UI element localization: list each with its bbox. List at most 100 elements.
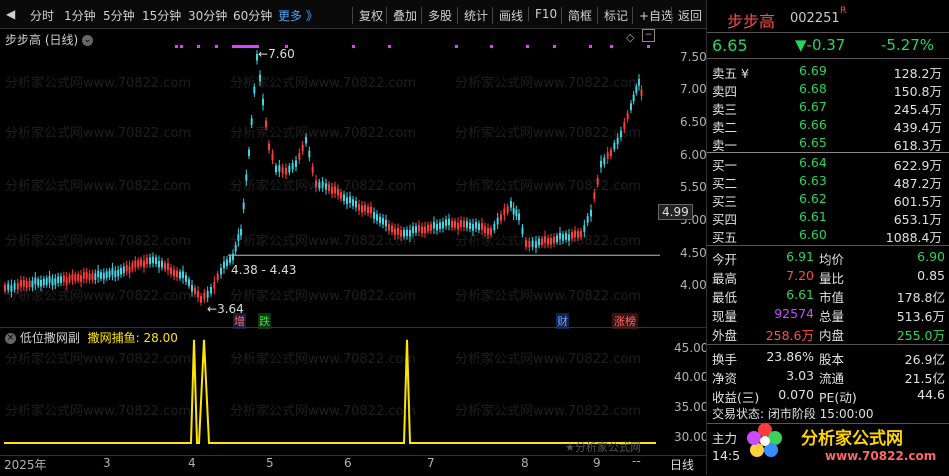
candle-body: [367, 206, 369, 214]
time-tick: 2025年: [4, 458, 47, 472]
candle-body: [42, 278, 45, 286]
candle-body: [7, 283, 10, 291]
stock-name: 步步高: [727, 12, 776, 31]
candle-body: [400, 230, 402, 237]
candle-body: [640, 89, 643, 97]
candle-body: [506, 206, 509, 213]
ask-price: 6.69: [799, 63, 827, 78]
candle-body: [54, 278, 57, 285]
candle-body: [328, 184, 330, 192]
period-tab-1min[interactable]: 1分钟: [64, 7, 96, 24]
sub-watermark: ★分析家公式网: [565, 441, 641, 454]
stat-label: 量比: [819, 271, 845, 286]
draw-line-button[interactable]: 画线: [492, 7, 523, 24]
time-tick: 6: [344, 456, 352, 470]
period-tab-30min[interactable]: 30分钟: [188, 7, 227, 24]
candle-body: [265, 120, 267, 127]
candle-body: [574, 230, 576, 238]
ask-label: 卖四: [712, 84, 738, 99]
candle-body: [406, 229, 408, 237]
candle-body: [418, 224, 420, 232]
signal-marker: [247, 45, 250, 48]
candle-body: [232, 253, 234, 261]
stat-row: 现量 92574 总量 513.6万: [707, 306, 949, 324]
candle-body: [48, 276, 51, 283]
candle-body: [311, 166, 314, 173]
bid-row[interactable]: 买三 6.62 601.5万: [707, 191, 949, 209]
period-tab-60min[interactable]: 60分钟: [233, 7, 272, 24]
f10-button[interactable]: F10: [528, 7, 557, 21]
scroll-indicator[interactable]: --: [632, 454, 641, 468]
stat-label: 今开: [712, 252, 738, 267]
multi-stock-button[interactable]: 多股: [421, 7, 452, 24]
candle-body: [512, 207, 515, 215]
bid-row[interactable]: 买五 6.60 1088.4万: [707, 227, 949, 245]
candle-body: [496, 217, 499, 225]
fuquan-button[interactable]: 复权: [352, 7, 383, 24]
period-tab-5min[interactable]: 5分钟: [103, 7, 135, 24]
candle-body: [268, 143, 270, 151]
candle-body: [137, 260, 140, 267]
ask-row[interactable]: 卖一 6.65 618.3万: [707, 135, 949, 153]
candle-body: [170, 267, 172, 275]
candle-body: [149, 257, 151, 264]
indicator-tick: 35.00: [674, 400, 709, 414]
statistics-button[interactable]: 统计: [457, 7, 488, 24]
candle-body: [638, 79, 640, 86]
stat-value: 178.8亿: [896, 290, 945, 305]
ask-row[interactable]: 卖五 ¥ 6.69 128.2万: [707, 63, 949, 81]
indicator-tick: 30.00: [674, 430, 709, 444]
time-tick: 8: [521, 456, 529, 470]
candle-body: [528, 241, 531, 248]
candle-body: [460, 220, 462, 227]
candle-body: [250, 118, 253, 125]
signal-marker: [250, 45, 253, 48]
candle-body: [108, 270, 111, 278]
bid-price: 6.61: [799, 209, 827, 224]
stat-row: 今开 6.91 均价 6.90: [707, 249, 949, 267]
mark-button[interactable]: 标记: [597, 7, 628, 24]
candle-body: [466, 221, 468, 228]
candle-body: [146, 257, 148, 265]
signal-marker: [553, 45, 556, 48]
period-tab-fenshi[interactable]: 分时: [30, 7, 54, 24]
stat-row: 换手 23.86% 股本 26.9亿: [707, 349, 949, 367]
return-button[interactable]: 返回: [671, 7, 702, 24]
candle-body: [379, 216, 381, 224]
bid-row[interactable]: 买四 6.61 653.1万: [707, 209, 949, 227]
ask-price: 6.65: [799, 135, 827, 150]
add-watchlist-button[interactable]: +自选: [632, 7, 673, 24]
overlay-button[interactable]: 叠加: [386, 7, 417, 24]
signal-marker: [238, 45, 241, 48]
time-tick: 5: [266, 456, 274, 470]
logo-flower-icon: [745, 420, 782, 457]
bid-row[interactable]: 买二 6.63 487.2万: [707, 173, 949, 191]
candle-body: [538, 238, 540, 246]
chart-toolbar: ◀ 分时 1分钟 5分钟 15分钟 30分钟 60分钟 更多 》 复权 叠加 多…: [0, 0, 706, 29]
stat-label: 均价: [819, 252, 845, 267]
candle-body: [565, 233, 567, 240]
candle-body: [583, 225, 586, 232]
candle-body: [100, 272, 102, 279]
ask-label: 卖五 ¥: [712, 66, 749, 81]
simple-frame-button[interactable]: 简框: [561, 7, 592, 24]
signal-marker: [589, 45, 592, 48]
period-tab-15min[interactable]: 15分钟: [142, 7, 181, 24]
candle-body: [620, 130, 622, 138]
candle-body: [635, 86, 638, 93]
candle-body: [370, 206, 372, 214]
ask-row[interactable]: 卖二 6.66 439.4万: [707, 117, 949, 135]
stat-label: 市值: [819, 290, 845, 305]
period-label[interactable]: 日线: [670, 456, 694, 473]
ask-row[interactable]: 卖三 6.67 245.4万: [707, 99, 949, 117]
more-periods-button[interactable]: 更多 》: [278, 7, 318, 24]
ask-row[interactable]: 卖四 6.68 150.8万: [707, 81, 949, 99]
candle-body: [298, 152, 301, 160]
candle-body: [580, 230, 582, 238]
signal-marker: [253, 45, 256, 48]
back-arrow-icon[interactable]: ◀: [6, 7, 15, 21]
bid-row[interactable]: 买一 6.64 622.9万: [707, 155, 949, 173]
signal-marker: [352, 45, 355, 48]
candle-body: [291, 163, 294, 170]
price-axis: 7.50 7.00 6.50 6.00 5.50 5.00 4.50 4.00: [660, 28, 707, 328]
